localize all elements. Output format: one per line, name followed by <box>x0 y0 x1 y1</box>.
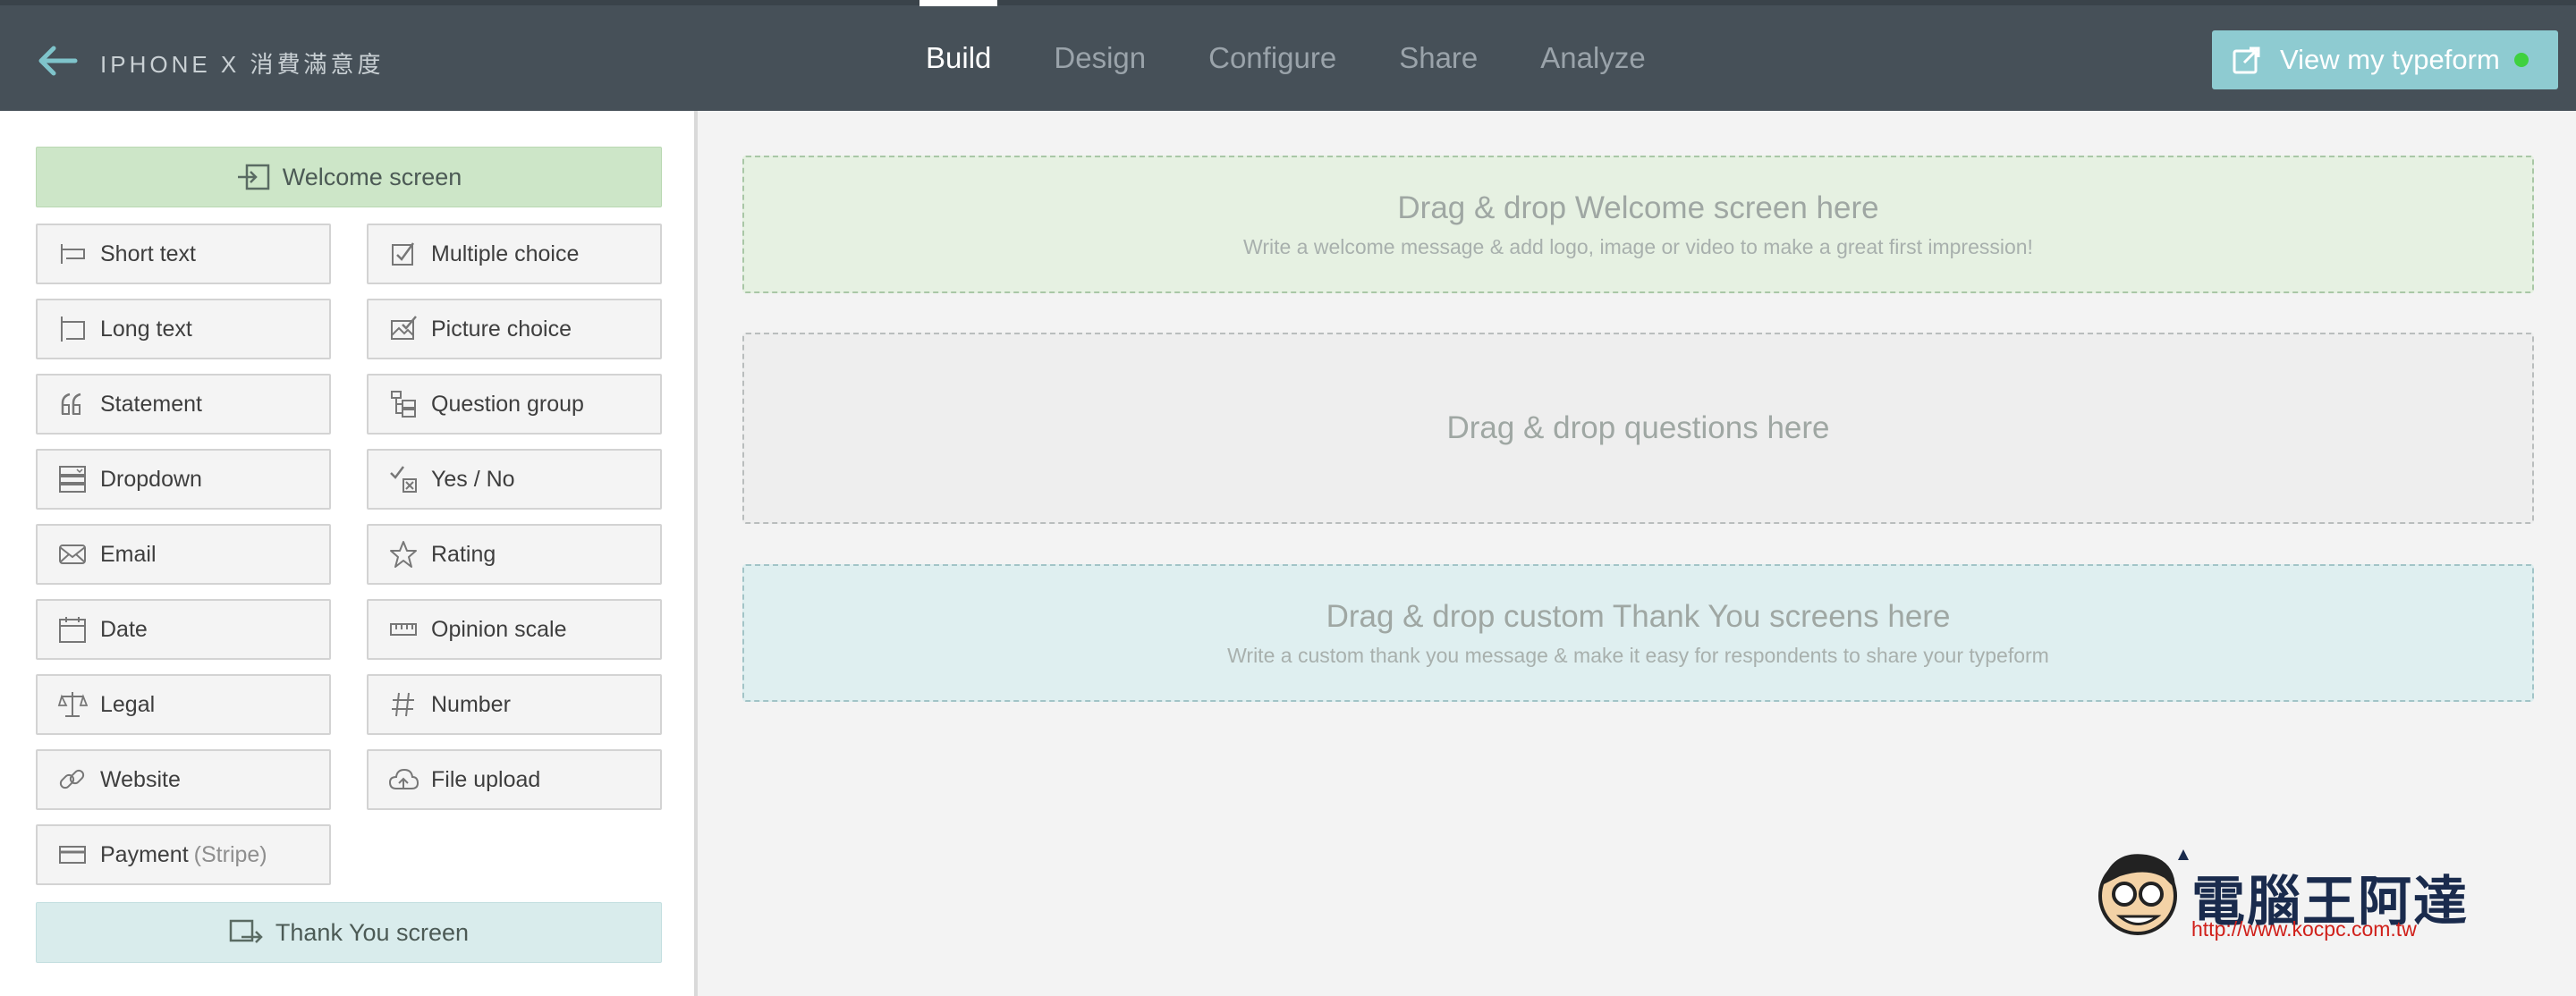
long-text-button[interactable]: Long text <box>36 299 331 359</box>
view-button-label: View my typeform <box>2280 44 2500 75</box>
yes-no-button[interactable]: Yes / No <box>367 449 662 510</box>
long-text-label: Long text <box>100 316 192 342</box>
long-text-icon <box>61 317 85 342</box>
thanks-drop-subtitle: Write a custom thank you message & make … <box>1227 643 2049 667</box>
questions-drop-zone[interactable]: Drag & drop questions here <box>742 333 2534 524</box>
tab-design[interactable]: Design <box>1022 5 1177 111</box>
date-button[interactable]: Date <box>36 599 331 660</box>
file-upload-button[interactable]: File upload <box>367 749 662 810</box>
tab-share[interactable]: Share <box>1368 5 1509 111</box>
question-types-sidebar: Welcome screen Short text Multiple choic… <box>0 111 698 996</box>
watermark-url: http://www.kocpc.com.tw <box>2191 917 2417 941</box>
number-button[interactable]: Number <box>367 674 662 735</box>
tab-analyze[interactable]: Analyze <box>1509 5 1676 111</box>
legal-label: Legal <box>100 691 156 717</box>
cloud-upload-icon <box>388 768 419 789</box>
tab-configure[interactable]: Configure <box>1177 5 1368 111</box>
calendar-icon <box>59 617 86 643</box>
external-link-icon <box>2233 46 2260 74</box>
file-upload-label: File upload <box>431 766 541 792</box>
multiple-choice-button[interactable]: Multiple choice <box>367 224 662 284</box>
main-nav: Build Design Configure Share Analyze <box>894 0 1677 111</box>
picture-choice-icon <box>391 316 417 340</box>
yes-no-label: Yes / No <box>431 466 515 492</box>
picture-choice-label: Picture choice <box>431 316 572 342</box>
sign-in-icon <box>237 164 269 190</box>
credit-card-icon <box>59 846 86 864</box>
rating-button[interactable]: Rating <box>367 524 662 585</box>
quote-icon <box>61 392 81 415</box>
payment-button[interactable]: Payment (Stripe) <box>36 824 331 885</box>
hash-icon <box>392 692 414 717</box>
legal-button[interactable]: Legal <box>36 674 331 735</box>
short-text-icon <box>61 244 85 264</box>
welcome-drop-subtitle: Write a welcome message & add logo, imag… <box>1243 234 2033 258</box>
payment-label: Payment <box>100 841 189 867</box>
thanks-drop-zone[interactable]: Drag & drop custom Thank You screens her… <box>742 564 2534 702</box>
top-bar: IPHONE X 消費滿意度 Build Design Configure Sh… <box>0 0 2576 111</box>
dropdown-button[interactable]: Dropdown <box>36 449 331 510</box>
dropdown-icon <box>59 466 86 493</box>
website-button[interactable]: Website <box>36 749 331 810</box>
opinion-scale-label: Opinion scale <box>431 616 567 642</box>
multiple-choice-label: Multiple choice <box>431 241 580 266</box>
envelope-icon <box>59 544 86 564</box>
number-label: Number <box>431 691 511 717</box>
ruler-icon <box>390 623 417 636</box>
watermark: 電腦王阿達 http://www.kocpc.com.tw <box>2093 840 2487 948</box>
live-status-dot <box>2513 53 2529 67</box>
question-group-icon <box>391 391 416 418</box>
email-button[interactable]: Email <box>36 524 331 585</box>
thank-you-screen-label: Thank You screen <box>275 918 470 946</box>
scales-icon <box>57 692 88 717</box>
sign-out-icon <box>229 919 263 943</box>
form-title: IPHONE X 消費滿意度 <box>100 51 385 78</box>
statement-button[interactable]: Statement <box>36 374 331 435</box>
statement-label: Statement <box>100 391 202 417</box>
star-icon <box>390 541 417 568</box>
email-label: Email <box>100 541 157 567</box>
question-group-label: Question group <box>431 391 584 417</box>
short-text-button[interactable]: Short text <box>36 224 331 284</box>
picture-choice-button[interactable]: Picture choice <box>367 299 662 359</box>
welcome-drop-zone[interactable]: Drag & drop Welcome screen here Write a … <box>742 156 2534 293</box>
yes-no-icon <box>390 466 417 493</box>
question-group-button[interactable]: Question group <box>367 374 662 435</box>
welcome-drop-title: Drag & drop Welcome screen here <box>1397 190 1879 225</box>
back-arrow-icon[interactable] <box>34 43 79 79</box>
link-icon <box>59 769 85 789</box>
questions-drop-title: Drag & drop questions here <box>1446 410 1830 445</box>
payment-provider-label: (Stripe) <box>193 841 267 867</box>
welcome-screen-label: Welcome screen <box>282 163 462 190</box>
multiple-choice-icon <box>392 242 415 266</box>
website-label: Website <box>100 766 181 792</box>
view-my-typeform-button[interactable]: View my typeform <box>2212 30 2558 89</box>
tab-build[interactable]: Build <box>894 0 1022 111</box>
thanks-drop-title: Drag & drop custom Thank You screens her… <box>1326 598 1951 634</box>
rating-label: Rating <box>431 541 496 567</box>
thank-you-screen-button[interactable]: Thank You screen <box>36 902 662 963</box>
mascot-face-icon <box>2098 849 2189 935</box>
dropdown-label: Dropdown <box>100 466 202 492</box>
opinion-scale-button[interactable]: Opinion scale <box>367 599 662 660</box>
date-label: Date <box>100 616 148 642</box>
short-text-label: Short text <box>100 241 196 266</box>
welcome-screen-button[interactable]: Welcome screen <box>36 147 662 207</box>
